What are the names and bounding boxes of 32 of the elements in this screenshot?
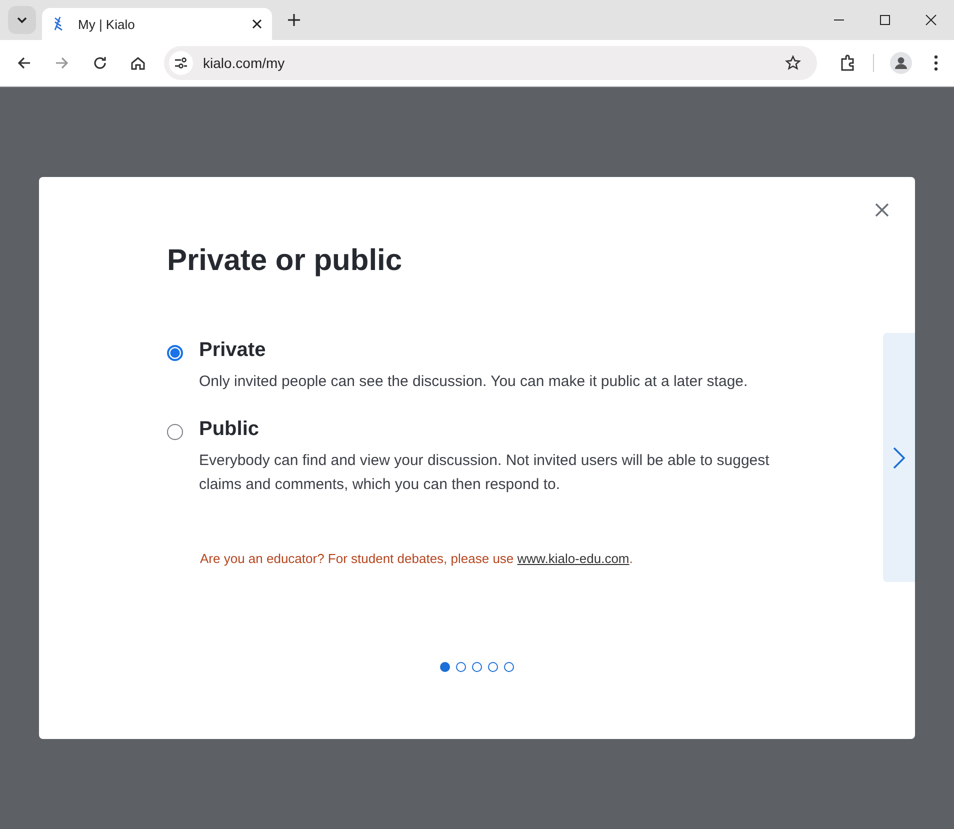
option-label[interactable]: Public — [199, 418, 799, 441]
menu-icon[interactable] — [934, 55, 938, 71]
browser-tab[interactable]: My | Kialo — [42, 8, 272, 40]
radio-button[interactable] — [167, 345, 183, 361]
close-icon[interactable] — [925, 14, 937, 26]
page-dot[interactable] — [456, 662, 466, 672]
new-tab-icon[interactable] — [288, 14, 300, 26]
address-bar[interactable]: kialo.com/my — [164, 46, 817, 80]
forward-icon[interactable] — [54, 55, 70, 71]
puzzle-icon[interactable] — [839, 54, 857, 72]
option-label[interactable]: Private — [199, 339, 799, 362]
page-dot[interactable] — [472, 662, 482, 672]
kialo-edu-link[interactable]: www.kialo-edu.com — [517, 551, 630, 566]
profile-icon[interactable] — [890, 52, 912, 74]
home-icon[interactable] — [130, 55, 146, 71]
tab-title: My | Kialo — [78, 16, 136, 32]
dialog-title: Private or public — [167, 243, 404, 279]
chevron-right-icon — [893, 446, 905, 468]
page-dot[interactable] — [440, 662, 450, 672]
back-icon[interactable] — [16, 55, 32, 71]
address-text: kialo.com/my — [203, 55, 286, 71]
page-dot[interactable] — [504, 662, 514, 672]
maximize-icon[interactable] — [879, 14, 891, 26]
page-dot[interactable] — [488, 662, 498, 672]
close-icon[interactable] — [252, 19, 262, 29]
site-settings-icon[interactable] — [169, 51, 193, 75]
reload-icon[interactable] — [92, 55, 108, 71]
option-description: Only invited people can see the discussion. You can make it public at a later stage. — [199, 372, 749, 392]
tab-search-button[interactable] — [8, 6, 36, 34]
star-icon[interactable] — [785, 55, 801, 71]
option-description: Everybody can find and view your discussion. Not invited users will be able to suggest claims and comments, which you can then respond to. — [199, 451, 770, 495]
radio-button[interactable] — [167, 424, 183, 440]
